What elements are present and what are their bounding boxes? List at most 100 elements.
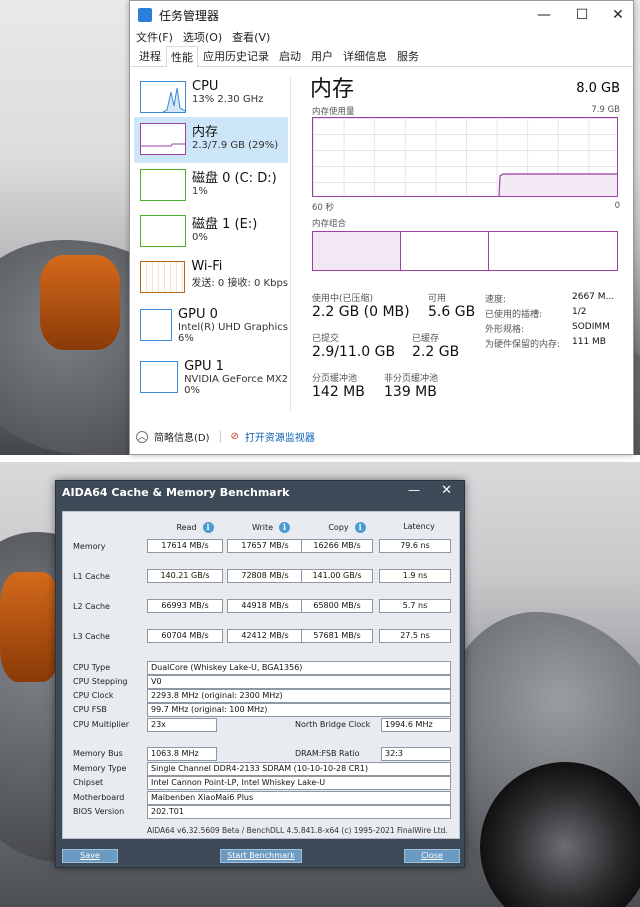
reserved-label: 为硬件保留的内存: (485, 340, 561, 350)
info-icon[interactable]: i (279, 522, 291, 533)
dram-ratio-value: 32:3 (381, 747, 451, 761)
cpu-stepping-value: V0 (147, 675, 451, 689)
l2-read: 66993 MB/s (147, 599, 223, 613)
sidebar-cpu-sub: 13% 2.30 GHz (192, 94, 264, 105)
minimize-icon[interactable]: — (408, 483, 420, 497)
task-manager-window: 任务管理器 — ☐ ✕ 文件(F) 选项(O) 查看(V) 进程 性能 应用历史… (129, 0, 634, 455)
menu-options[interactable]: 选项(O) (183, 29, 222, 45)
chevron-up-icon[interactable]: ︿ (136, 430, 148, 443)
form-factor-value: SODIMM (572, 322, 610, 332)
row-label-l3: L3 Cache (73, 632, 110, 641)
l2-copy: 65800 MB/s (301, 599, 373, 613)
close-icon[interactable]: ✕ (609, 7, 627, 23)
tab-app-history[interactable]: 应用历史记录 (198, 45, 274, 66)
disk0-sparkline (140, 169, 186, 201)
header-latency: Latency (383, 522, 455, 531)
sidebar-item-disk1[interactable]: 磁盘 1 (E:) 0% (134, 209, 288, 255)
maximize-icon[interactable]: ☐ (573, 7, 591, 23)
memory-type-label: Memory Type (73, 764, 127, 773)
memory-usage-graph (312, 117, 618, 197)
start-benchmark-button[interactable]: Start Benchmark (220, 849, 302, 863)
tab-performance[interactable]: 性能 (166, 46, 198, 67)
cpu-multiplier-label: CPU Multiplier (73, 720, 130, 729)
cpu-stepping-label: CPU Stepping (73, 677, 128, 686)
l3-write: 42412 MB/s (227, 629, 303, 643)
sidebar-gpu1-name: GPU 1 (184, 359, 224, 374)
sidebar-gpu0-sub: Intel(R) UHD Graphics (178, 322, 288, 333)
sidebar-gpu0-name: GPU 0 (178, 307, 218, 322)
sidebar-item-memory[interactable]: 内存 2.3/7.9 GB (29%) (134, 117, 288, 163)
cpu-clock-value: 2293.8 MHz (original: 2300 MHz) (147, 689, 451, 703)
resource-monitor-icon: ⊘ (230, 431, 239, 442)
aida-window: AIDA64 Cache & Memory Benchmark — ✕ Read… (55, 480, 465, 868)
info-icon[interactable]: i (354, 522, 366, 533)
tab-startup[interactable]: 启动 (274, 45, 306, 66)
footer: ︿ 简略信息(D) ⊘ 打开资源监视器 (136, 429, 315, 444)
minimize-icon[interactable]: — (535, 7, 553, 23)
composition-divider (488, 232, 489, 270)
motherboard-label: Motherboard (73, 793, 125, 802)
l2-latency: 5.7 ns (379, 599, 451, 613)
memory-write: 17657 MB/s (227, 539, 303, 553)
sidebar-item-wifi[interactable]: Wi-Fi 发送: 0 接收: 0 Kbps (134, 255, 288, 301)
separator (0, 455, 640, 462)
dram-ratio-label: DRAM:FSB Ratio (295, 749, 360, 758)
menu-view[interactable]: 查看(V) (232, 29, 270, 45)
tab-services[interactable]: 服务 (392, 45, 424, 66)
l1-write: 72808 MB/s (227, 569, 303, 583)
footer-divider (219, 430, 221, 443)
tab-details[interactable]: 详细信息 (338, 45, 392, 66)
memory-copy: 16266 MB/s (301, 539, 373, 553)
header-read-text: Read (176, 523, 197, 532)
l3-latency: 27.5 ns (379, 629, 451, 643)
header-read: Read i (165, 522, 225, 533)
memory-spark-svg (141, 143, 185, 147)
memory-bus-label: Memory Bus (73, 749, 123, 758)
sidebar-disk0-name: 磁盘 0 (C: D:) (192, 171, 277, 186)
fewer-details-link[interactable]: 简略信息(D) (154, 429, 210, 444)
sidebar-divider (290, 77, 291, 411)
page-title: 内存 (310, 77, 355, 102)
info-icon[interactable]: i (202, 522, 214, 533)
bios-label: BIOS Version (73, 807, 125, 816)
memory-usage-line (498, 173, 617, 196)
sidebar-item-gpu0[interactable]: GPU 0 Intel(R) UHD Graphics 6% (134, 303, 288, 349)
cpu-type-value: DualCore (Whiskey Lake-U, BGA1356) (147, 661, 451, 675)
l1-latency: 1.9 ns (379, 569, 451, 583)
sidebar-item-gpu1[interactable]: GPU 1 NVIDIA GeForce MX2 0% (134, 355, 288, 401)
open-resource-monitor-link[interactable]: 打开资源监视器 (245, 429, 315, 444)
tab-processes[interactable]: 进程 (134, 45, 166, 66)
header-copy-text: Copy (328, 523, 349, 532)
close-button[interactable]: Close (404, 849, 460, 863)
speed-value: 2667 M... (572, 292, 615, 302)
cpu-clock-label: CPU Clock (73, 691, 114, 700)
speed-label: 速度: (485, 295, 507, 305)
tab-users[interactable]: 用户 (306, 45, 338, 66)
window-title: 任务管理器 (159, 8, 220, 23)
sidebar-memory-name: 内存 (192, 125, 219, 140)
bios-value: 202.T01 (147, 805, 451, 819)
committed-value: 2.9/11.0 GB (312, 344, 396, 360)
sidebar-item-cpu[interactable]: CPU 13% 2.30 GHz (134, 75, 288, 121)
gpu0-sparkline (140, 309, 173, 341)
save-button[interactable]: Save (62, 849, 118, 863)
sidebar-wifi-sub: 发送: 0 接收: 0 Kbps (191, 278, 288, 289)
sidebar-cpu-name: CPU (192, 79, 219, 94)
sidebar-gpu1-usage: 0% (184, 385, 200, 396)
form-factor-label: 外形规格: (485, 325, 525, 335)
close-icon[interactable]: ✕ (441, 483, 452, 498)
aida-title[interactable]: AIDA64 Cache & Memory Benchmark (56, 481, 464, 503)
sidebar-disk1-name: 磁盘 1 (E:) (192, 217, 258, 232)
chipset-label: Chipset (73, 778, 104, 787)
title-bar[interactable]: 任务管理器 (130, 1, 633, 29)
menu-bar: 文件(F) 选项(O) 查看(V) (130, 29, 633, 45)
row-label-memory: Memory (73, 542, 106, 551)
menu-file[interactable]: 文件(F) (136, 29, 173, 45)
wifi-sparkline (140, 261, 186, 293)
axis-left: 60 秒 (312, 203, 335, 213)
sidebar-disk1-sub: 0% (192, 232, 208, 243)
sidebar-item-disk0[interactable]: 磁盘 0 (C: D:) 1% (134, 163, 288, 209)
sidebar-gpu1-sub: NVIDIA GeForce MX2 (184, 374, 288, 385)
cpu-fsb-value: 99.7 MHz (original: 100 MHz) (147, 703, 451, 717)
l3-copy: 57681 MB/s (301, 629, 373, 643)
